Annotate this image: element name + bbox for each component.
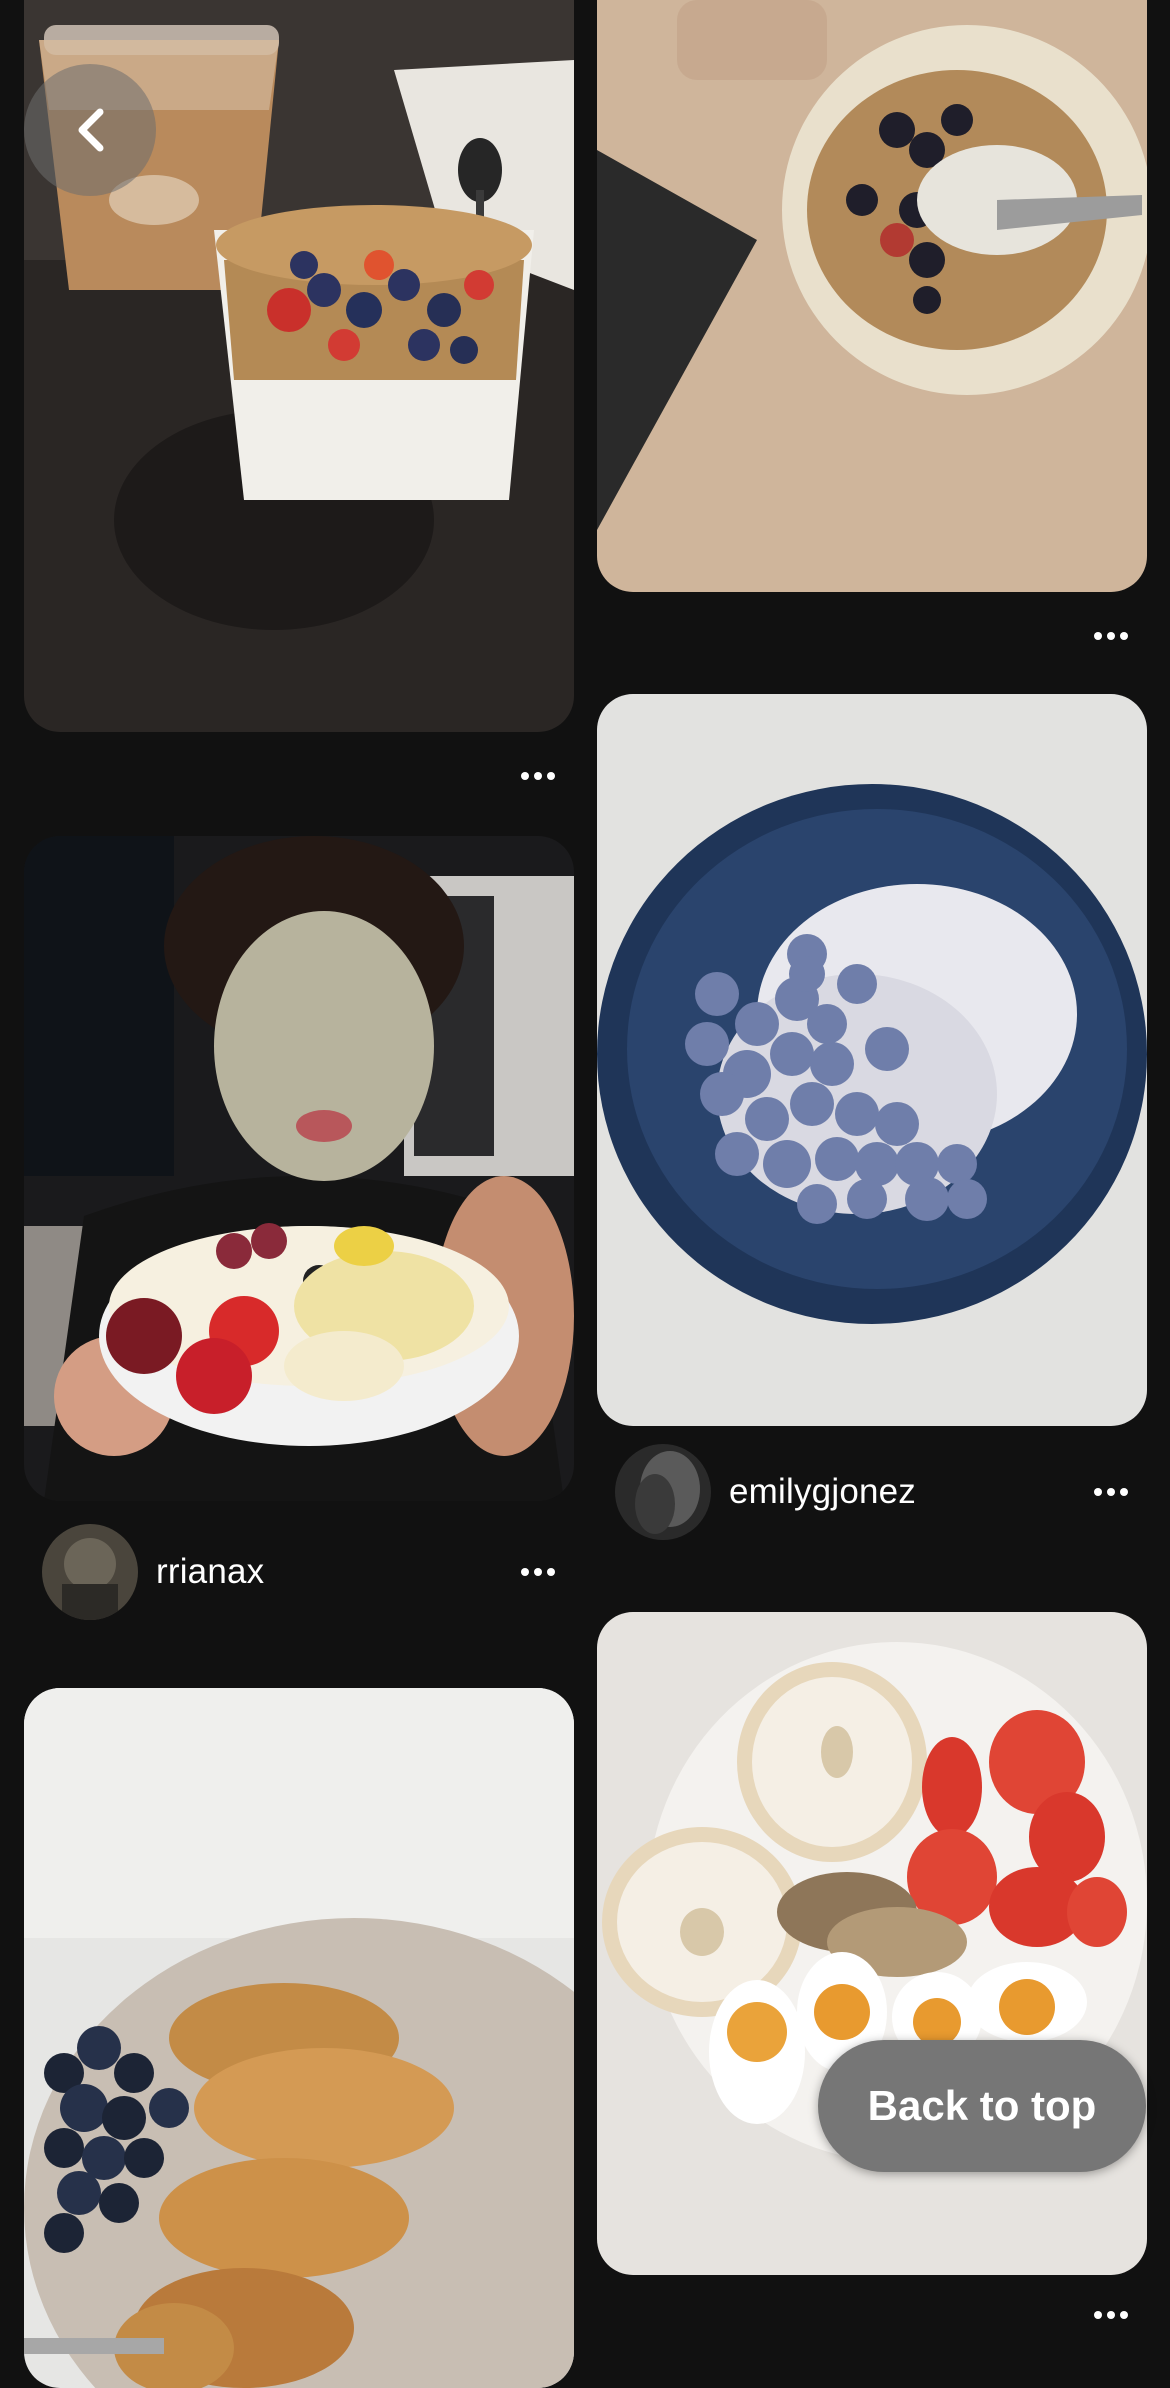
ellipsis-icon <box>521 772 529 780</box>
more-options-button[interactable] <box>1081 2295 1141 2335</box>
dot <box>1120 1488 1128 1496</box>
dot <box>1107 1488 1115 1496</box>
ellipsis-icon <box>1094 2311 1102 2319</box>
ellipsis-icon <box>521 1568 529 1576</box>
more-options-button[interactable] <box>1081 1472 1141 1512</box>
avatar[interactable] <box>615 1444 711 1540</box>
pin-image-bagel-plate[interactable] <box>597 1612 1147 2275</box>
pin-image-granola[interactable] <box>597 0 1147 592</box>
pin-image-chia-pudding[interactable] <box>597 694 1147 1426</box>
dot <box>1107 2311 1115 2319</box>
dot <box>534 772 542 780</box>
more-options-button[interactable] <box>508 1552 568 1592</box>
back-button[interactable] <box>24 64 156 196</box>
back-to-top-button[interactable]: Back to top <box>818 2040 1146 2172</box>
creator-name[interactable]: emilygjonez <box>729 1472 916 1512</box>
pin-image-fruit-bowl[interactable] <box>24 836 574 1501</box>
dot <box>1120 632 1128 640</box>
pin-creator[interactable]: emilygjonez <box>615 1444 916 1540</box>
more-options-button[interactable] <box>508 756 568 796</box>
ellipsis-icon <box>1094 1488 1102 1496</box>
dot <box>547 1568 555 1576</box>
dot <box>547 772 555 780</box>
ellipsis-icon <box>1094 632 1102 640</box>
dot <box>534 1568 542 1576</box>
more-options-button[interactable] <box>1081 616 1141 656</box>
pin-creator[interactable]: rrianax <box>42 1524 264 1620</box>
pin-image-pancakes[interactable] <box>24 1688 574 2388</box>
chevron-left-icon <box>78 108 104 152</box>
avatar[interactable] <box>42 1524 138 1620</box>
dot <box>1120 2311 1128 2319</box>
creator-name[interactable]: rrianax <box>156 1552 264 1592</box>
dot <box>1107 632 1115 640</box>
